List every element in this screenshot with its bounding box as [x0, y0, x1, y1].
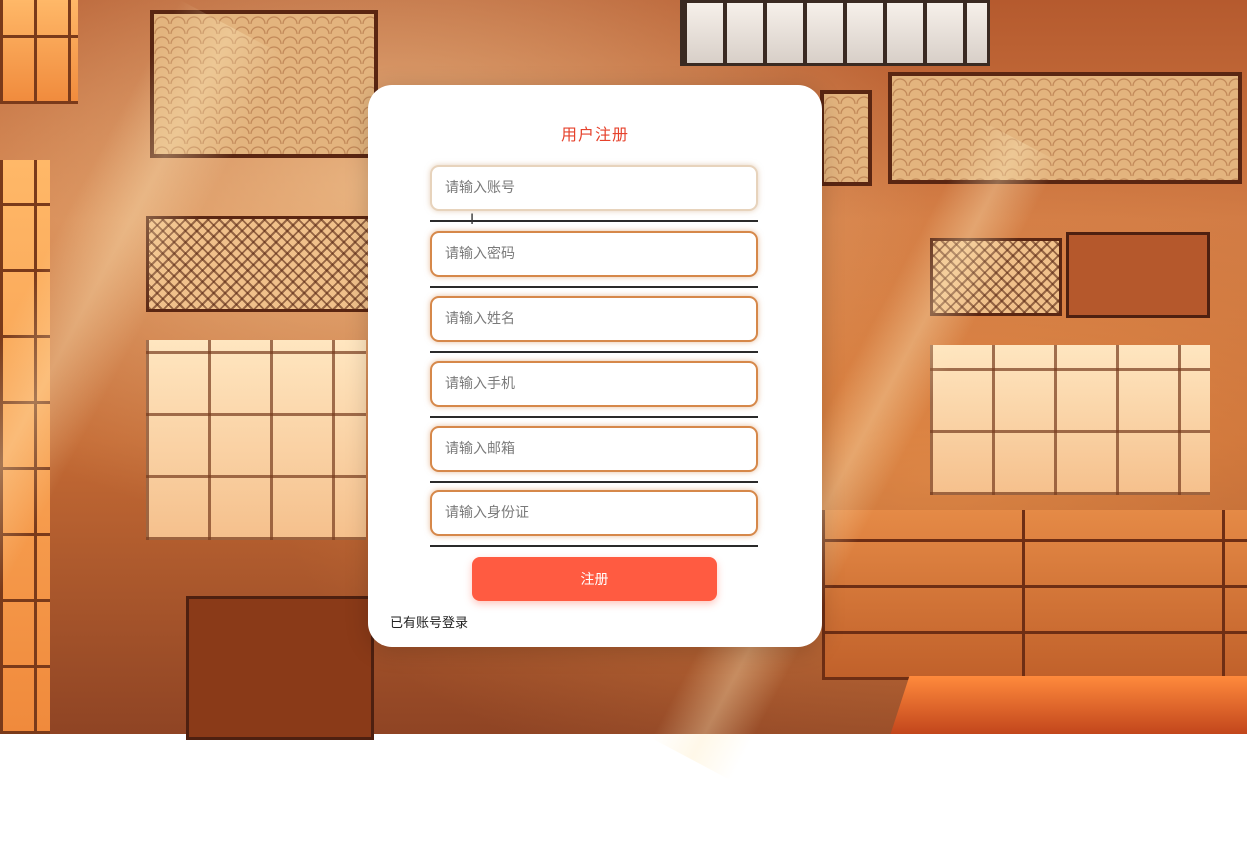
- background-bench: [186, 596, 374, 740]
- background-drawers: [822, 510, 1247, 680]
- email-field: [430, 426, 758, 483]
- login-link[interactable]: 已有账号登录: [390, 612, 468, 631]
- background-shoji-top: [0, 0, 78, 104]
- register-card: 用户注册 注册 已有账号登录 I: [368, 85, 822, 647]
- id-card-input[interactable]: [430, 490, 758, 536]
- id-card-field: [430, 490, 758, 547]
- register-button[interactable]: 注册: [472, 557, 717, 601]
- id-card-underline: [430, 545, 758, 547]
- email-input[interactable]: [430, 426, 758, 472]
- phone-underline: [430, 416, 758, 418]
- fullname-input[interactable]: [430, 296, 758, 342]
- phone-field: [430, 361, 758, 418]
- account-field: [430, 165, 758, 222]
- background-table: [890, 676, 1247, 734]
- account-underline: [430, 220, 758, 222]
- fullname-field: [430, 296, 758, 353]
- account-input[interactable]: [430, 165, 758, 211]
- password-underline: [430, 286, 758, 288]
- background-cabinet: [1066, 232, 1210, 318]
- ceiling-lamp: [680, 0, 990, 66]
- email-underline: [430, 481, 758, 483]
- fullname-underline: [430, 351, 758, 353]
- text-cursor-icon: I: [470, 212, 475, 228]
- background-window-left: [146, 340, 366, 540]
- phone-input[interactable]: [430, 361, 758, 407]
- register-title: 用户注册: [560, 125, 629, 144]
- background-window-right: [930, 345, 1210, 495]
- password-input[interactable]: [430, 231, 758, 277]
- password-field: [430, 231, 758, 288]
- background-wave-panel-right: [888, 72, 1242, 184]
- background-wave-panel-mid: [820, 90, 872, 186]
